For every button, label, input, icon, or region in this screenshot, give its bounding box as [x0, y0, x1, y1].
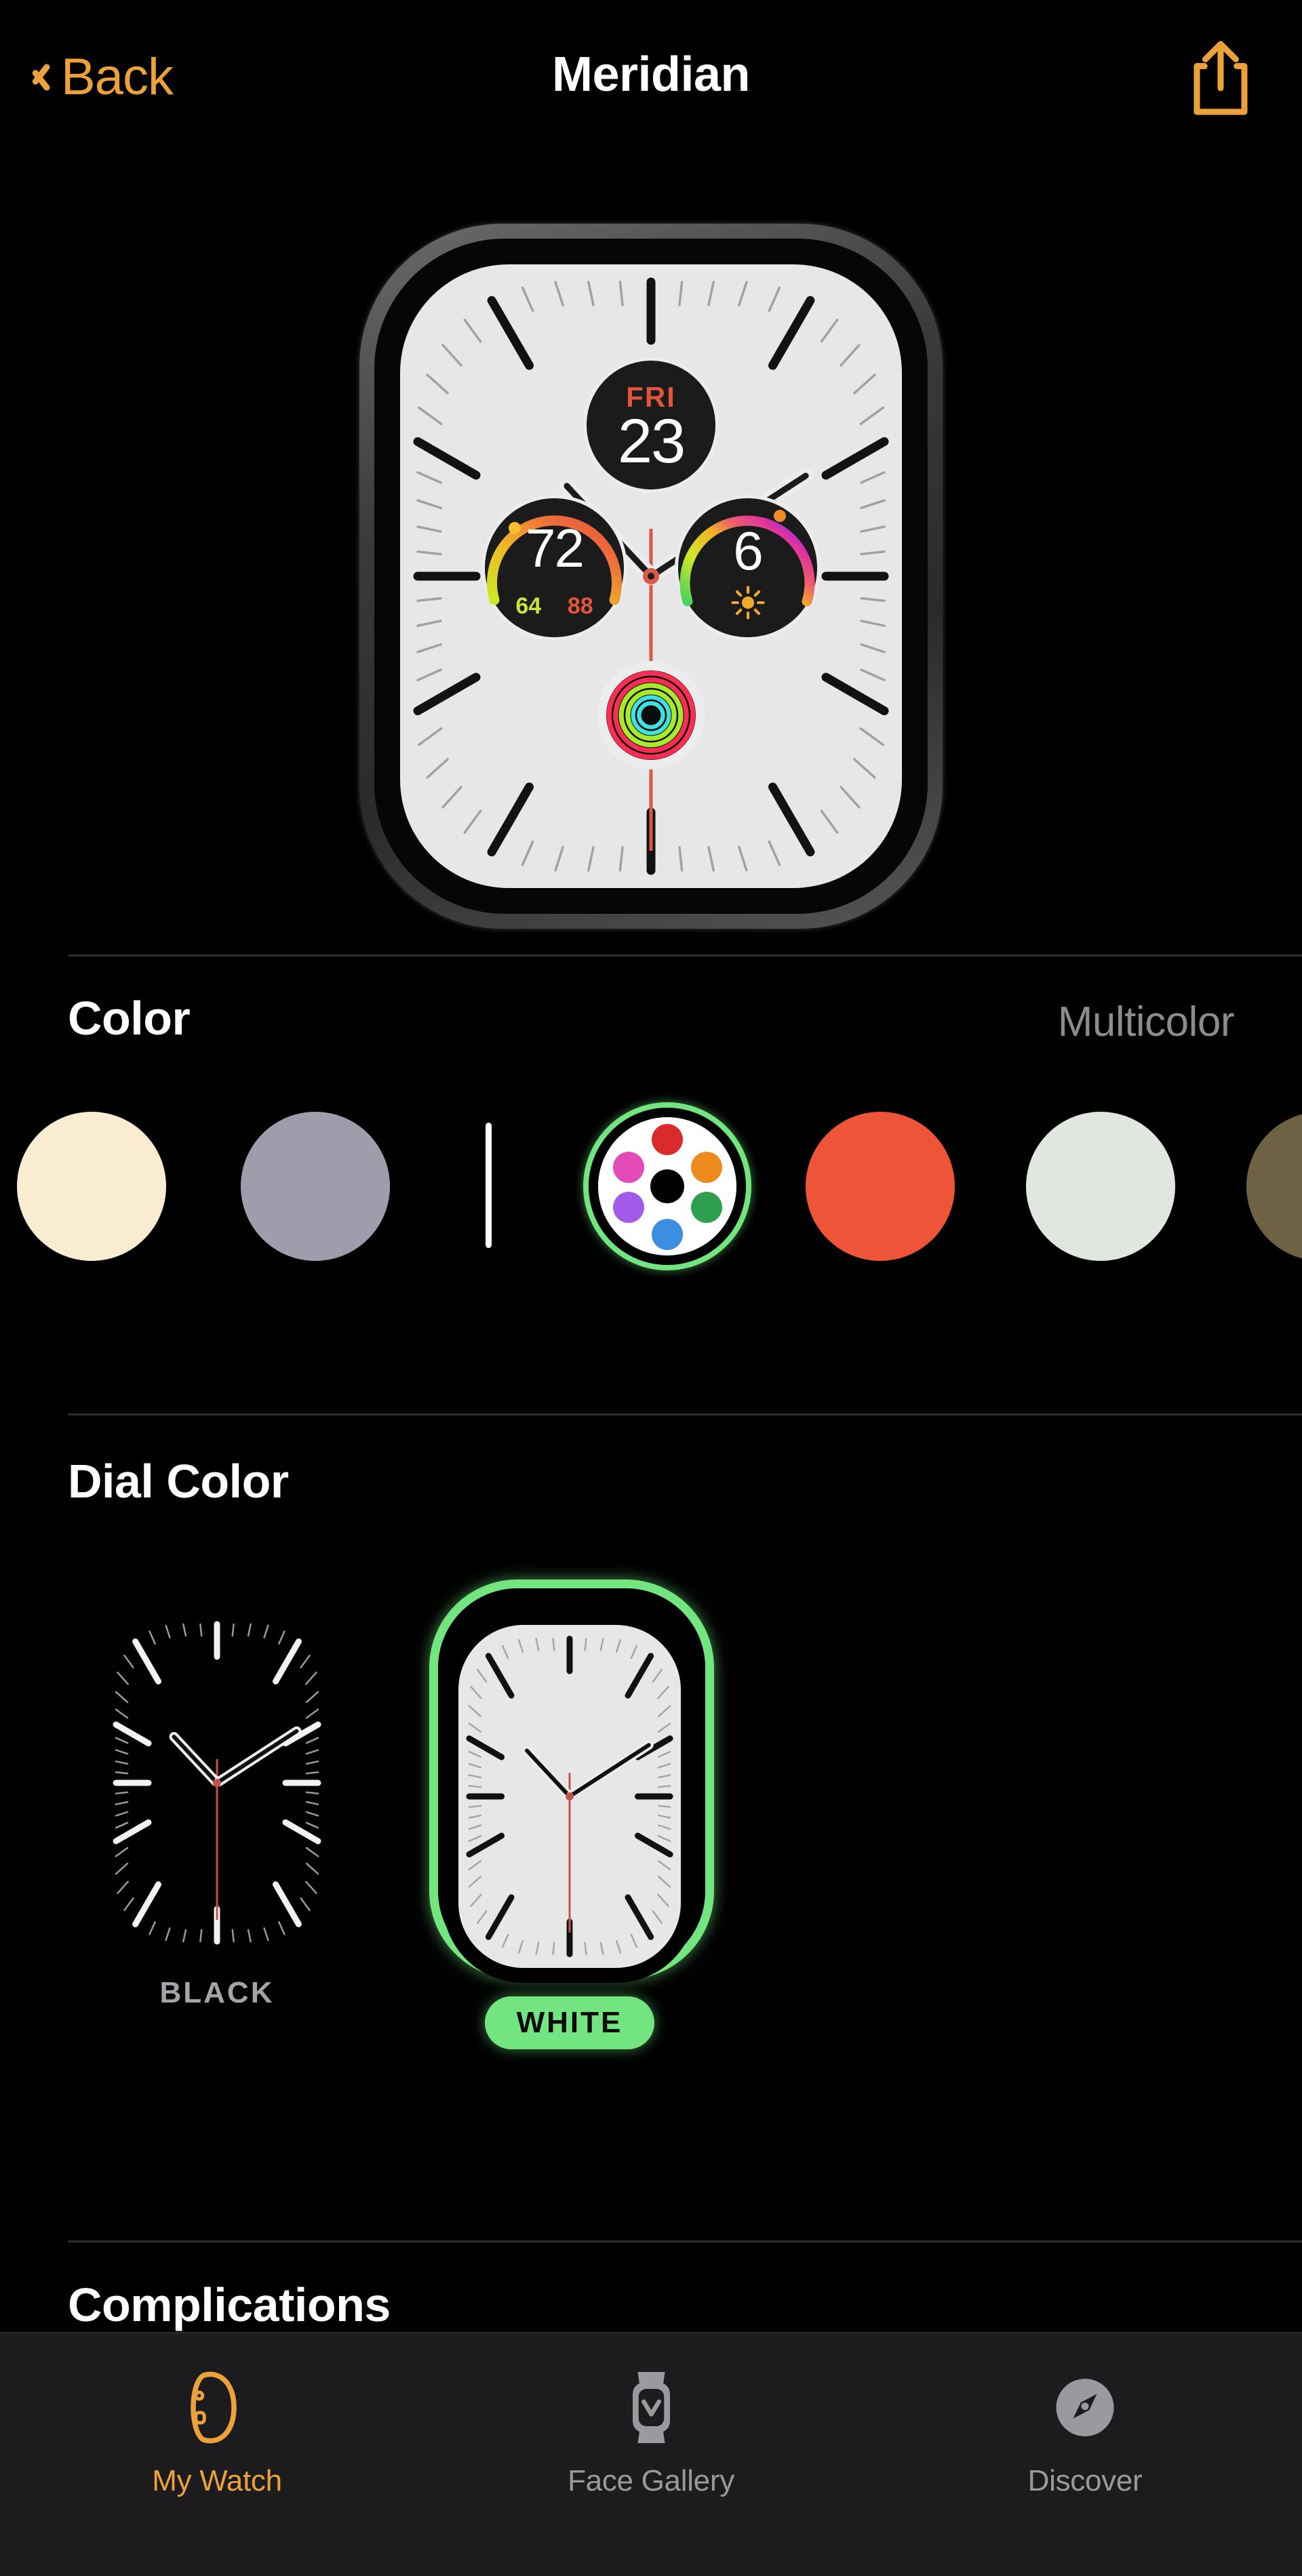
sun-icon [731, 586, 765, 620]
tab-label-my-watch: My Watch [152, 2464, 282, 2497]
dial-thumb-black [105, 1613, 329, 1952]
color-swatch-multicolor[interactable] [583, 1102, 751, 1270]
temperature-low: 64 [515, 593, 542, 619]
color-swatch-off-white[interactable] [1026, 1112, 1175, 1261]
multicolor-dot-blue [652, 1219, 683, 1250]
color-swatch-cream[interactable] [17, 1112, 166, 1261]
divider-complications-section [68, 2240, 1302, 2242]
dial-color-option-black[interactable]: BLACK [75, 1613, 359, 2088]
dial-preview-white [458, 1628, 681, 1965]
back-button[interactable]: Back [27, 47, 174, 106]
temperature-value: 72 [526, 518, 585, 578]
watch-face-preview[interactable]: FRI 23 72 64 88 6 [359, 224, 943, 929]
dial-thumb-white [458, 1625, 681, 1968]
multicolor-dot-orange [691, 1152, 722, 1183]
complication-uv-index[interactable]: 6 [678, 498, 817, 637]
color-swatch-red[interactable] [806, 1112, 955, 1261]
temperature-high: 88 [567, 593, 593, 619]
dial-preview-black [105, 1613, 329, 1952]
tab-label-face-gallery: Face Gallery [568, 2464, 734, 2497]
compass-icon [1056, 2379, 1114, 2436]
complication-activity-rings[interactable] [597, 661, 705, 769]
multicolor-dot-green [691, 1192, 722, 1223]
divider-color-section [68, 954, 1302, 957]
color-swatch-row[interactable] [0, 1102, 1302, 1274]
multicolor-dot-purple [613, 1192, 644, 1223]
color-swatch-khaki[interactable] [1246, 1112, 1302, 1261]
watch-side-icon [191, 2371, 237, 2444]
complication-temperature[interactable]: 72 64 88 [485, 498, 624, 637]
color-section-title: Color [68, 992, 191, 1045]
tab-bar: My Watch Face Gallery Discover [0, 2332, 1302, 2576]
complications-section-title: Complications [68, 2278, 391, 2331]
watch-dial: FRI 23 72 64 88 6 [400, 264, 902, 888]
share-icon [1194, 41, 1248, 115]
multicolor-dot-center [650, 1169, 684, 1203]
uv-index-value: 6 [733, 521, 763, 581]
tab-my-watch[interactable]: My Watch [0, 2369, 434, 2498]
dial-color-section-title: Dial Color [68, 1455, 289, 1508]
date-day: 23 [617, 406, 686, 476]
activity-rings-icon [597, 661, 705, 769]
dial-color-option-white[interactable]: WHITE [427, 1579, 714, 2112]
watch-hands [559, 468, 814, 851]
color-swatch-gray[interactable] [241, 1112, 390, 1261]
multicolor-dot-magenta [613, 1152, 644, 1183]
back-button-label: Back [61, 48, 174, 106]
tab-face-gallery[interactable]: Face Gallery [434, 2369, 868, 2498]
share-button[interactable] [1183, 37, 1258, 119]
multicolor-dot-red [652, 1124, 683, 1155]
page-title: Meridian [551, 47, 751, 102]
complication-date[interactable]: FRI 23 [587, 361, 715, 489]
tab-discover[interactable]: Discover [868, 2369, 1302, 2498]
color-selected-value: Multicolor [1057, 999, 1235, 1045]
navigation-bar: Back Meridian [0, 0, 1302, 156]
swatch-group-separator [486, 1123, 492, 1248]
dial-color-label-white: WHITE [485, 1996, 654, 2049]
tab-label-discover: Discover [1027, 2464, 1143, 2497]
chevron-left-icon [27, 58, 50, 97]
dial-color-label-black: BLACK [159, 1976, 275, 2009]
watch-front-icon [632, 2372, 670, 2443]
divider-dial-color-section [68, 1413, 1302, 1415]
watch-face-customization-screen: Back Meridian FRI 23 72 64 88 6 Color Mu… [0, 0, 1302, 2576]
multicolor-disc [598, 1117, 736, 1255]
